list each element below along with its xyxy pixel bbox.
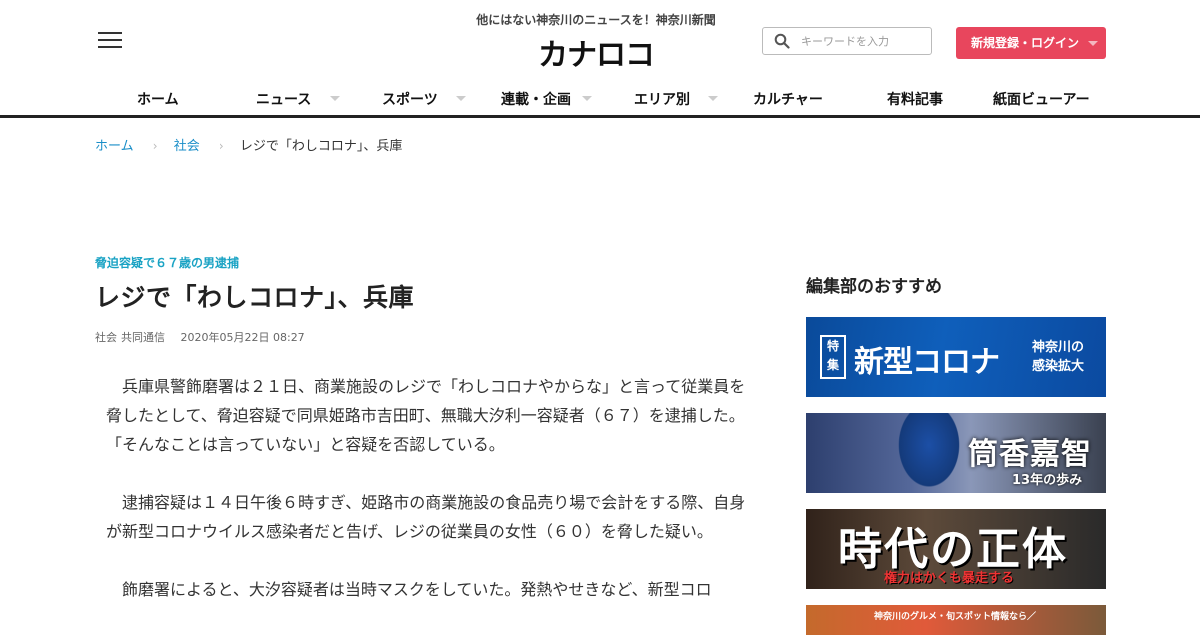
nav-item-label: ホーム	[137, 92, 179, 108]
signup-login-label: 新規登録・ログイン	[971, 36, 1080, 50]
chevron-down-icon	[582, 96, 592, 101]
banner-jidai-no-shotai[interactable]: 時代の正体 権力はかくも暴走する	[806, 509, 1106, 589]
site-header: 他にはない神奈川のニュースを！神奈川新聞 カナロコ 新規登録・ログイン ホーム …	[0, 0, 1200, 118]
article-paragraph: 逮捕容疑は１４日午後６時すぎ、姫路市の商業施設の食品売り場で会計をする際、自身が…	[106, 493, 746, 541]
article-subheadline: 脅迫容疑で６７歳の男逮捕	[95, 256, 240, 270]
banner-subtitle: 13年の歩み	[1012, 473, 1083, 488]
nav-item-label: 紙面ビューアー	[993, 92, 1090, 108]
article-paragraph: 兵庫県警飾磨署は２１日、商業施設のレジで「わしコロナやからな」と言って従業員を脅…	[106, 377, 746, 454]
article-category: 社会 共同通信	[95, 331, 165, 344]
chevron-right-icon: ›	[218, 139, 224, 153]
nav-item-label: 連載・企画	[501, 92, 571, 108]
article-meta: 社会 共同通信 2020年05月22日 08:27	[95, 329, 755, 345]
chevron-down-icon	[708, 96, 718, 101]
article-headline: レジで「わしコロナ」、兵庫	[95, 283, 415, 312]
banner-subtitle: 権力はかくも暴走する	[884, 571, 1015, 586]
chevron-down-icon	[330, 96, 340, 101]
banner-subtitle: 神奈川のグルメ・旬スポット情報なら／	[874, 612, 1037, 622]
sidebar-title: 編集部のおすすめ	[806, 277, 942, 297]
site-tagline: 他にはない神奈川のニュースを！神奈川新聞	[476, 13, 716, 27]
banner-gourmet[interactable]: 神奈川のグルメ・旬スポット情報なら／	[806, 605, 1106, 635]
nav-item-label: 有料記事	[887, 92, 943, 108]
chevron-right-icon: ›	[152, 139, 158, 153]
article: 脅迫容疑で６７歳の男逮捕 レジで「わしコロナ」、兵庫 社会 共同通信 2020年0…	[95, 254, 755, 633]
breadcrumb-category-link[interactable]: 社会	[174, 139, 200, 154]
breadcrumb: ホーム › 社会 › レジで「わしコロナ」、兵庫	[95, 135, 403, 154]
banner-badge: 特集	[820, 335, 846, 379]
banner-title: 筒香嘉智	[968, 437, 1092, 472]
banner-title: 新型コロナ	[854, 345, 1000, 380]
signup-login-button[interactable]: 新規登録・ログイン	[956, 27, 1106, 59]
player-photo	[894, 413, 964, 493]
nav-item-label: カルチャー	[753, 92, 823, 108]
article-body: 兵庫県警飾磨署は２１日、商業施設のレジで「わしコロナやからな」と言って従業員を脅…	[95, 372, 750, 604]
banner-subtitle: 神奈川の 感染拡大	[1032, 340, 1085, 374]
search-icon	[774, 33, 790, 49]
article-source: 共同通信	[121, 331, 165, 344]
breadcrumb-home-link[interactable]: ホーム	[95, 139, 134, 154]
sidebar: 編集部のおすすめ 特集 新型コロナ 神奈川の 感染拡大 筒香嘉智 13年の歩み …	[806, 272, 1106, 635]
header-divider	[0, 115, 1200, 118]
banner-tsutsugo[interactable]: 筒香嘉智 13年の歩み	[806, 413, 1106, 493]
chevron-down-icon	[1088, 41, 1098, 46]
nav-item-label: スポーツ	[382, 92, 438, 108]
search-box[interactable]	[762, 27, 932, 55]
banner-covid-feature[interactable]: 特集 新型コロナ 神奈川の 感染拡大	[806, 317, 1106, 397]
article-datetime: 2020年05月22日 08:27	[180, 331, 305, 344]
global-nav: ホーム ニュース スポーツ 連載・企画 エリア別 カルチャー 有料記事 紙面ビュ…	[95, 86, 1106, 110]
nav-item-label: エリア別	[634, 92, 690, 108]
chevron-down-icon	[456, 96, 466, 101]
search-input[interactable]	[801, 32, 923, 50]
nav-item-label: ニュース	[256, 92, 312, 108]
breadcrumb-current: レジで「わしコロナ」、兵庫	[239, 139, 403, 154]
article-paragraph: 飾磨署によると、大汐容疑者は当時マスクをしていた。発熱やせきなど、新型コロ	[122, 580, 712, 599]
